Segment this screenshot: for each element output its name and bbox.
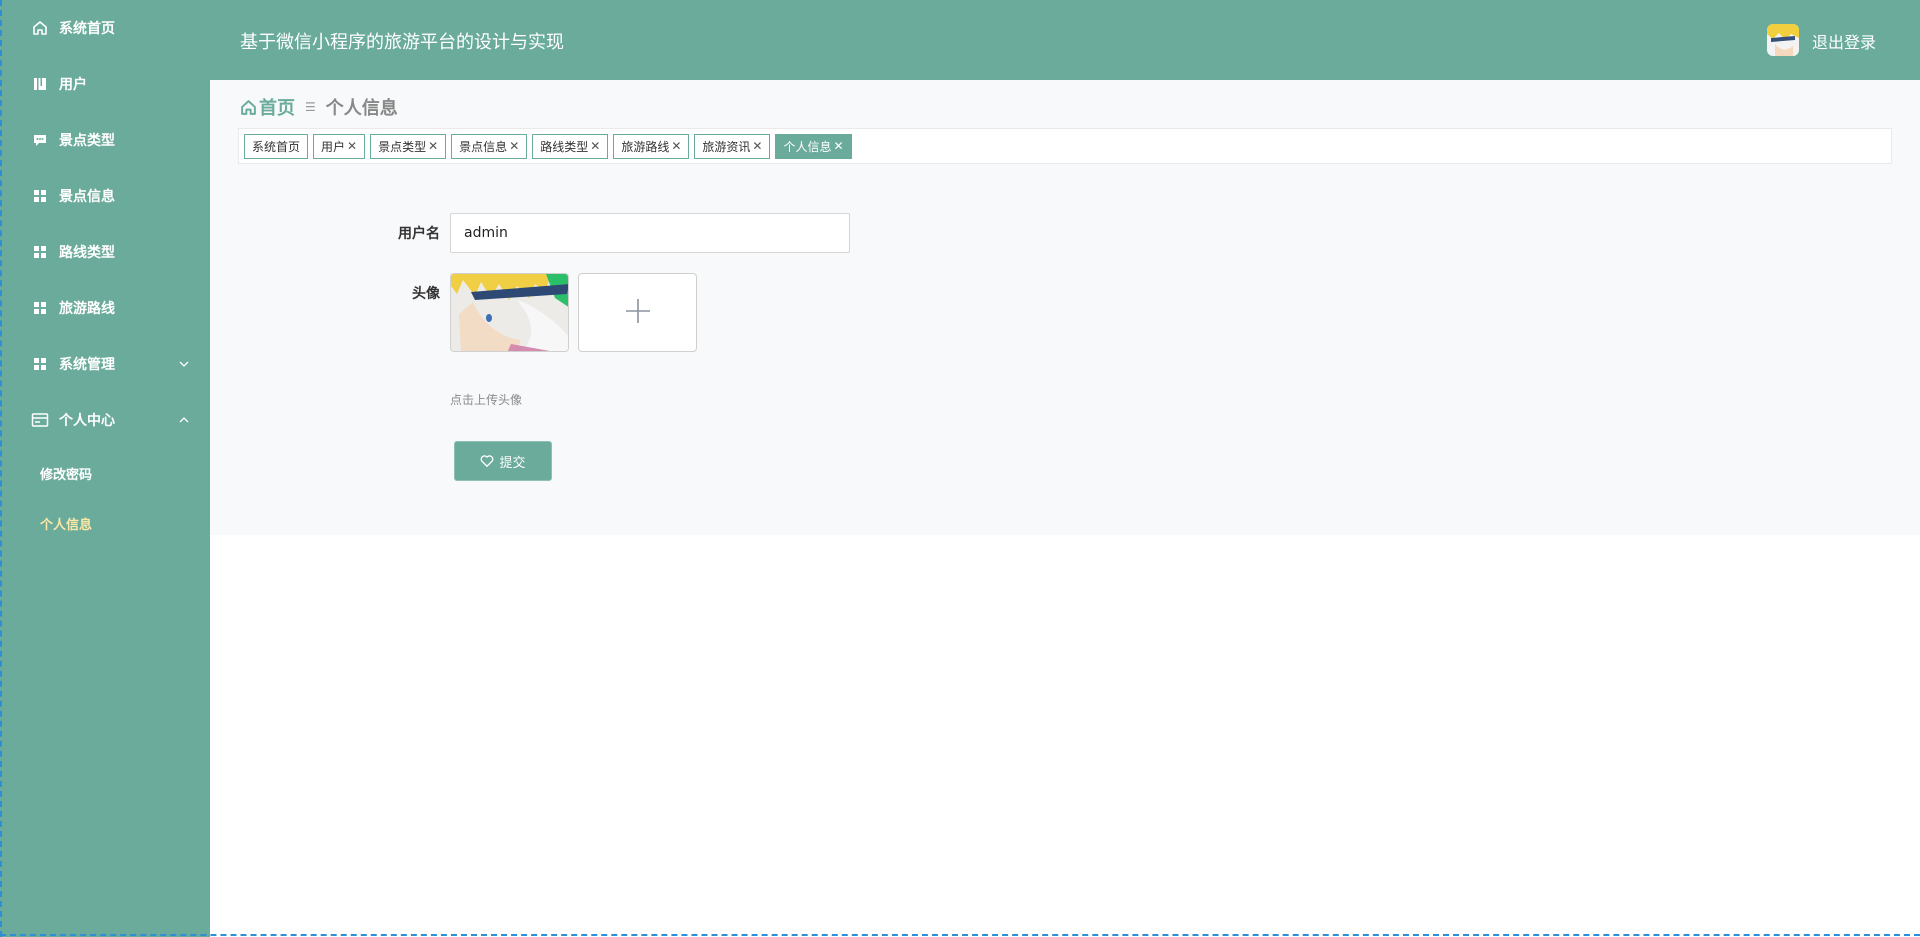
sidebar-item-label: 景点信息 (59, 189, 115, 205)
username-input[interactable] (450, 213, 850, 253)
sidebar-item-label: 系统管理 (59, 357, 115, 373)
close-icon[interactable]: ✕ (834, 139, 844, 153)
tag-label: 旅游资讯 (702, 139, 751, 154)
submit-button-label: 提交 (499, 455, 526, 471)
submit-button[interactable]: 提交 (454, 441, 552, 481)
tag-label: 系统首页 (252, 139, 301, 154)
sidebar-item-home[interactable]: 系统首页 (0, 0, 210, 56)
chevron-up-icon (178, 414, 190, 426)
breadcrumb: 首页 ☰ 个人信息 (240, 94, 398, 120)
chevron-down-icon (178, 358, 190, 370)
tag-system-home[interactable]: 系统首页 (244, 133, 309, 159)
tag-label: 景点信息 (459, 139, 508, 154)
sidebar: 系统首页 用户 景点类型 景点信息 路线类型 旅游路线 系统管理 个人中心 修改… (0, 0, 210, 937)
app-title: 基于微信小程序的旅游平台的设计与实现 (240, 32, 564, 53)
breadcrumb-current: 个人信息 (325, 98, 398, 119)
sidebar-subitem-personal-info[interactable]: 个人信息 (0, 498, 210, 548)
close-icon[interactable]: ✕ (347, 139, 357, 153)
sidebar-item-label: 旅游路线 (59, 301, 115, 317)
card-icon (31, 411, 49, 429)
close-icon[interactable]: ✕ (428, 139, 438, 153)
tag-label: 用户 (321, 139, 346, 154)
home-icon (31, 19, 49, 37)
tag-personal-info[interactable]: 个人信息 ✕ (775, 133, 852, 159)
sidebar-item-users[interactable]: 用户 (0, 56, 210, 112)
book-icon (31, 75, 49, 93)
close-icon[interactable]: ✕ (752, 139, 762, 153)
sidebar-subitem-label: 个人信息 (40, 517, 93, 533)
bottom-edge-marker (0, 934, 1920, 936)
upload-hint: 点击上传头像 (450, 393, 523, 407)
avatar-preview-image (450, 273, 569, 352)
avatar-label: 头像 (412, 286, 440, 302)
grid-icon (31, 355, 49, 373)
breadcrumb-home[interactable]: 首页 (240, 94, 295, 120)
sidebar-item-personal-center[interactable]: 个人中心 (0, 392, 210, 448)
tags-view-bar: 系统首页 用户 ✕ 景点类型 ✕ 景点信息 ✕ 路线类型 ✕ 旅游路线 ✕ 旅游资讯 ✕ 个… (238, 128, 1892, 164)
username-label: 用户名 (398, 226, 440, 242)
plus-icon (623, 296, 653, 330)
main-panel: 首页 ☰ 个人信息 系统首页 用户 ✕ 景点类型 ✕ 景点信息 ✕ 路线类型 ✕ 旅游路… (210, 80, 1920, 535)
sidebar-item-route-types[interactable]: 路线类型 (0, 224, 210, 280)
tag-users[interactable]: 用户 ✕ (313, 133, 366, 159)
chat-icon (31, 131, 49, 149)
tag-label: 路线类型 (540, 139, 589, 154)
sidebar-item-label: 路线类型 (59, 245, 115, 261)
sidebar-item-label: 景点类型 (59, 133, 115, 149)
tag-routes[interactable]: 旅游路线 ✕ (613, 133, 690, 159)
breadcrumb-separator-icon: ☰ (305, 100, 316, 114)
grid-icon (31, 187, 49, 205)
user-avatar[interactable] (1767, 24, 1799, 56)
close-icon[interactable]: ✕ (590, 139, 600, 153)
tag-route-types[interactable]: 路线类型 ✕ (532, 133, 609, 159)
top-header: 基于微信小程序的旅游平台的设计与实现 退出登录 (210, 0, 1920, 80)
avatar-upload-button[interactable] (578, 273, 697, 352)
close-icon[interactable]: ✕ (671, 139, 681, 153)
sidebar-subitem-label: 修改密码 (40, 467, 93, 483)
tag-label: 旅游路线 (621, 139, 670, 154)
left-edge-marker (0, 0, 2, 937)
sidebar-item-routes[interactable]: 旅游路线 (0, 280, 210, 336)
grid-icon (31, 243, 49, 261)
close-icon[interactable]: ✕ (509, 139, 519, 153)
tag-spot-types[interactable]: 景点类型 ✕ (370, 133, 447, 159)
logout-link[interactable]: 退出登录 (1812, 29, 1876, 53)
tag-label: 景点类型 (378, 139, 427, 154)
tag-label: 个人信息 (783, 139, 832, 154)
tag-spot-info[interactable]: 景点信息 ✕ (451, 133, 528, 159)
grid-icon (31, 299, 49, 317)
sidebar-item-spot-info[interactable]: 景点信息 (0, 168, 210, 224)
sidebar-subitem-change-password[interactable]: 修改密码 (0, 448, 210, 498)
sidebar-item-system-admin[interactable]: 系统管理 (0, 336, 210, 392)
sidebar-item-label: 个人中心 (59, 413, 115, 429)
sidebar-item-label: 系统首页 (59, 21, 115, 37)
sidebar-item-spot-types[interactable]: 景点类型 (0, 112, 210, 168)
heart-icon (480, 454, 494, 468)
sidebar-item-label: 用户 (59, 77, 87, 93)
home-icon (240, 99, 257, 116)
tag-travel-news[interactable]: 旅游资讯 ✕ (694, 133, 771, 159)
breadcrumb-home-label: 首页 (259, 98, 295, 119)
